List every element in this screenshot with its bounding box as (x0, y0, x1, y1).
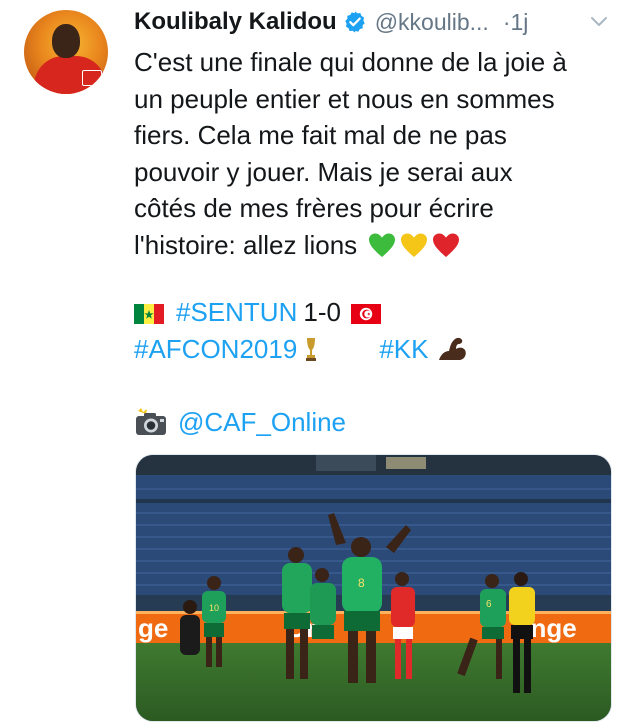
author-name[interactable]: Koulibaly Kalidou (134, 8, 337, 36)
match-score: 1-0 (303, 297, 341, 327)
tweet-text-line: l'histoire: allez lions (134, 229, 358, 260)
tweet[interactable]: Koulibaly Kalidou @kkoulib... ·1j C'est … (0, 0, 632, 727)
tweet-text-line: fiers. Cela me fait mal de ne pas (134, 120, 507, 150)
match-row: #SENTUN 1-0 (134, 294, 468, 331)
author-handle[interactable]: @kkoulib... (375, 9, 489, 36)
board-text-left: ge (138, 613, 168, 643)
red-heart-icon (433, 233, 460, 257)
stadium-celebration-image: ge Ora ange 10 (136, 455, 611, 721)
avatar-shirt-print (82, 70, 102, 86)
tweet-text-line: un peuple entier et nous en sommes (134, 83, 555, 114)
avatar[interactable] (24, 10, 108, 94)
tweet-photo[interactable]: ge Ora ange 10 (135, 454, 612, 722)
yellow-heart-icon (401, 233, 428, 257)
tweet-text-line: C'est une finale qui donne de la joie à (134, 47, 567, 77)
avatar-head (52, 24, 80, 58)
hashtag-sentun[interactable]: #SENTUN (176, 297, 297, 327)
hashtags-row: #AFCON2019 #KK (134, 331, 468, 368)
photo-credit: @CAF_Online (134, 404, 346, 441)
tweet-text-line: côtés de mes frères pour écrire (134, 193, 494, 223)
senegal-flag-icon (134, 304, 164, 324)
tweet-timestamp[interactable]: ·1j (503, 9, 529, 36)
jersey-number: 10 (209, 603, 219, 613)
tweet-hashtags: #SENTUN 1-0 #AFCON2019 #KK (134, 294, 468, 367)
trophy-icon (306, 337, 317, 361)
tweet-text: C'est une finale qui donne de la joie à … (134, 44, 614, 263)
chevron-down-icon[interactable] (588, 12, 610, 32)
hashtag-afcon2019[interactable]: #AFCON2019 (134, 334, 297, 364)
camera-flash-icon (136, 408, 166, 435)
tweet-text-line: pouvoir y jouer. Mais je serai aux (134, 156, 513, 187)
jersey-number: 6 (486, 599, 492, 610)
mention-caf-online[interactable]: @CAF_Online (178, 407, 346, 437)
tweet-text-line-last: l'histoire: allez lions (134, 227, 614, 264)
green-heart-icon (369, 233, 396, 257)
hashtag-kk[interactable]: #KK (379, 334, 428, 364)
tunisia-flag-icon (350, 304, 381, 324)
flexed-biceps-icon (439, 337, 467, 360)
verified-badge-icon (344, 11, 365, 33)
tweet-header: Koulibaly Kalidou @kkoulib... ·1j (134, 4, 614, 40)
jersey-number: 8 (358, 576, 365, 590)
